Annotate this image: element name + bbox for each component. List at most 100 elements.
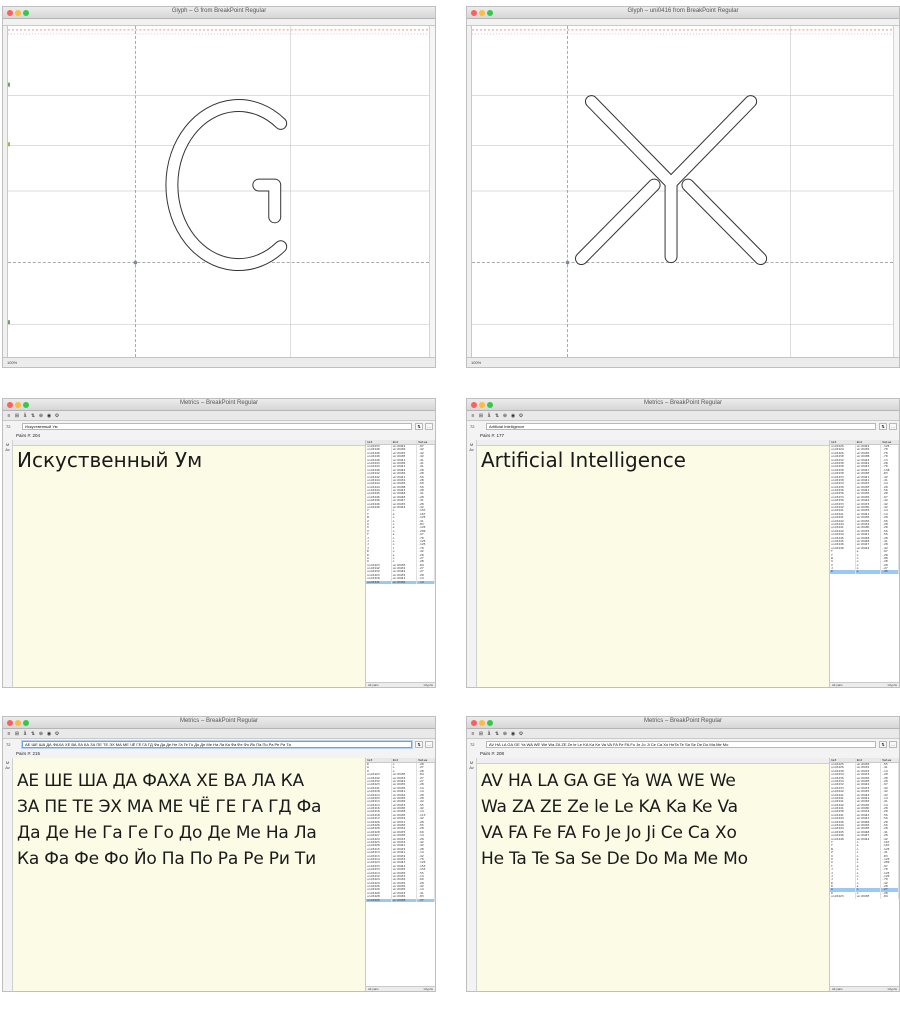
side-tools: M Av xyxy=(467,440,477,687)
spacing-mode-icon[interactable]: ⊞ xyxy=(14,731,20,737)
glyph-mode-icon[interactable]: å xyxy=(22,731,28,737)
options-button[interactable]: ⇅ xyxy=(415,740,423,748)
kerning-table-footer: All pairs Glyphs xyxy=(366,986,435,991)
preview-line: Искуственный Ум xyxy=(17,448,203,472)
glyph-outline-g[interactable] xyxy=(8,26,429,357)
side-tools: M Av xyxy=(3,758,13,991)
glyph-canvas[interactable] xyxy=(472,26,893,357)
spacing-mode-icon[interactable]: ⊞ xyxy=(478,731,484,737)
group-icon[interactable]: ⊕ xyxy=(38,413,44,419)
group-icon[interactable]: ⊕ xyxy=(502,413,508,419)
kerning-pair-row[interactable]: uni0441 uni0436 -14 xyxy=(366,580,435,585)
preview-text-field[interactable]: Artificial Intelligence xyxy=(486,422,876,430)
options-button[interactable]: ⇅ xyxy=(879,422,887,430)
more-button[interactable]: … xyxy=(425,422,433,430)
window-title: Glyph – G from BreakPoint Regular xyxy=(171,8,267,14)
glyph-outline-zhe[interactable] xyxy=(472,26,893,357)
text-preview[interactable]: Искуственный Ум xyxy=(13,446,365,687)
kern-value-cell: -45 xyxy=(881,570,899,574)
spacing-mode-icon[interactable]: ⊞ xyxy=(478,413,484,419)
preview-icon[interactable]: ◉ xyxy=(46,413,52,419)
kerning-pairs-table[interactable]: 1st 2nd Value uni0425 uni0430 -55 uni0426 un… xyxy=(829,758,899,991)
more-button[interactable]: … xyxy=(889,422,897,430)
vertical-scrollbar[interactable] xyxy=(893,26,899,357)
kerning-tool-icon[interactable]: Av xyxy=(3,765,12,770)
glyph-mode-icon[interactable]: å xyxy=(486,731,492,737)
kerning-mode-icon[interactable]: ≡ xyxy=(6,413,12,419)
text-preview[interactable]: Artificial Intelligence xyxy=(477,446,829,687)
kerning-pairs-table[interactable]: 1st 2nd Value uni0433 uni0442 -97 uni0440 un… xyxy=(365,440,435,687)
settings-icon[interactable]: ⚙ xyxy=(54,731,60,737)
preview-text-field[interactable]: АЕ ШЕ ША ДА ФАХА ХЕ ВА ЛА КА ЗА ПЕ ТЕ ЭХ… xyxy=(22,740,412,748)
second-glyph-cell: uni043E xyxy=(856,895,882,899)
font-size-field[interactable]: 72 xyxy=(6,424,22,429)
preview-icon[interactable]: ◉ xyxy=(510,413,516,419)
more-button[interactable]: … xyxy=(889,740,897,748)
horizontal-ruler[interactable] xyxy=(467,19,899,26)
title-bar[interactable]: Glyph – uni0416 from BreakPoint Regular xyxy=(467,7,899,19)
font-size-field[interactable]: 72 xyxy=(6,742,22,747)
metrics-window-russian-ai: Metrics – BreakPoint Regular ≡ ⊞ å ⇅ ⊕ ◉… xyxy=(2,398,436,688)
kerning-pair-row[interactable]: De -45 xyxy=(830,570,899,574)
kerning-table-body[interactable]: uni0426 uni0442 -125 uni0424 uni0436 -70 uni04… xyxy=(830,445,899,574)
sort-icon[interactable]: ⇅ xyxy=(494,731,500,737)
kerning-table-body[interactable]: Do -28 Ao -27 Oo -28 uni0423 uni043E -84 uni0442 u… xyxy=(366,763,435,903)
second-glyph-cell: uni0438 xyxy=(392,898,418,903)
spacing-mode-icon[interactable]: ⊞ xyxy=(14,413,20,419)
title-bar[interactable]: Metrics – BreakPoint Regular xyxy=(467,399,899,411)
kerning-mode-icon[interactable]: ≡ xyxy=(6,731,12,737)
options-button[interactable]: ⇅ xyxy=(415,422,423,430)
kerning-mode-icon[interactable]: ≡ xyxy=(470,731,476,737)
text-preview[interactable]: АЕ ШЕ ША ДА ФАХА ХЕ ВА ЛА КА ЗА ПЕ ТЕ ЭХ… xyxy=(13,758,365,991)
font-size-field[interactable]: 72 xyxy=(470,424,486,429)
preview-text-field[interactable]: AV HA LA GA GE Ya WA WE We Wa ZA ZE Ze l… xyxy=(486,740,876,748)
more-button[interactable]: … xyxy=(425,740,433,748)
kerning-tool-icon[interactable]: Av xyxy=(467,765,476,770)
pairs-count: Pairs #: 204 xyxy=(3,431,435,440)
glyph-mode-icon[interactable]: å xyxy=(486,413,492,419)
kern-value-cell: -27 xyxy=(417,898,435,903)
glyph-canvas[interactable] xyxy=(8,26,429,357)
kerning-tool-icon[interactable]: Av xyxy=(3,447,12,452)
horizontal-ruler[interactable] xyxy=(3,19,435,26)
kerning-tool-icon[interactable]: Av xyxy=(467,447,476,452)
options-button[interactable]: ⇅ xyxy=(879,740,887,748)
window-title: Metrics – BreakPoint Regular xyxy=(179,400,259,406)
title-bar[interactable]: Metrics – BreakPoint Regular xyxy=(3,399,435,411)
preview-line: ЗА ПЕ ТЕ ЭХ МА МЕ ЧЁ ГЕ ГА ГД Фа xyxy=(17,797,322,817)
kerning-table-body[interactable]: uni0433 uni0442 -97 uni0440 uni0430 -42 uni044… xyxy=(366,445,435,585)
preview-icon[interactable]: ◉ xyxy=(510,731,516,737)
kerning-mode-icon[interactable]: ≡ xyxy=(470,413,476,419)
settings-icon[interactable]: ⚙ xyxy=(518,731,524,737)
preview-line: Ка Фа Фе Фо Йо Па По Ра Ре Ри Ти xyxy=(17,849,316,869)
vertical-scrollbar[interactable] xyxy=(429,26,435,357)
title-bar[interactable]: Metrics – BreakPoint Regular xyxy=(467,717,899,729)
sort-icon[interactable]: ⇅ xyxy=(30,731,36,737)
glyph-window-zhe: Glyph – uni0416 from BreakPoint Regular xyxy=(466,6,900,368)
glyph-mode-icon[interactable]: å xyxy=(22,413,28,419)
preview-icon[interactable]: ◉ xyxy=(46,731,52,737)
preview-line: He Ta Te Sa Se De Do Ma Me Mo xyxy=(481,849,748,869)
font-size-field[interactable]: 72 xyxy=(470,742,486,747)
group-icon[interactable]: ⊕ xyxy=(502,731,508,737)
title-bar[interactable]: Glyph – G from BreakPoint Regular xyxy=(3,7,435,19)
kerning-table-body[interactable]: uni0425 uni0430 -55 uni0426 uni0435 -41 uni043… xyxy=(830,763,899,899)
sort-icon[interactable]: ⇅ xyxy=(30,413,36,419)
group-icon[interactable]: ⊕ xyxy=(38,731,44,737)
zoom-level[interactable]: 100% xyxy=(7,358,17,367)
settings-icon[interactable]: ⚙ xyxy=(518,413,524,419)
preview-text-field[interactable]: Искуственный Ум xyxy=(22,422,412,430)
kerning-pair-row[interactable]: uni0423 uni043E -84 xyxy=(830,895,899,899)
kerning-pairs-table[interactable]: 1st 2nd Value Do -28 Ao -27 Oo -28 uni0423 uni0… xyxy=(365,758,435,991)
metrics-toolbar: ≡ ⊞ å ⇅ ⊕ ◉ ⚙ xyxy=(3,729,435,739)
text-preview[interactable]: AV HA LA GA GE Ya WA WE We Wa ZA ZE Ze l… xyxy=(477,764,829,991)
kerning-pair-row[interactable]: uni0426 uni0438 -27 xyxy=(366,898,435,903)
pairs-count: Pairs #: 215 xyxy=(3,749,435,758)
settings-icon[interactable]: ⚙ xyxy=(54,413,60,419)
zoom-level[interactable]: 100% xyxy=(471,358,481,367)
status-bar: 100% xyxy=(467,357,899,367)
sort-icon[interactable]: ⇅ xyxy=(494,413,500,419)
title-bar[interactable]: Metrics – BreakPoint Regular xyxy=(3,717,435,729)
kerning-pairs-table[interactable]: 1st 2nd Value uni0426 uni0442 -125 uni0424 u… xyxy=(829,440,899,687)
text-input-row: 72 AV HA LA GA GE Ya WA WE We Wa ZA ZE Z… xyxy=(467,739,899,749)
